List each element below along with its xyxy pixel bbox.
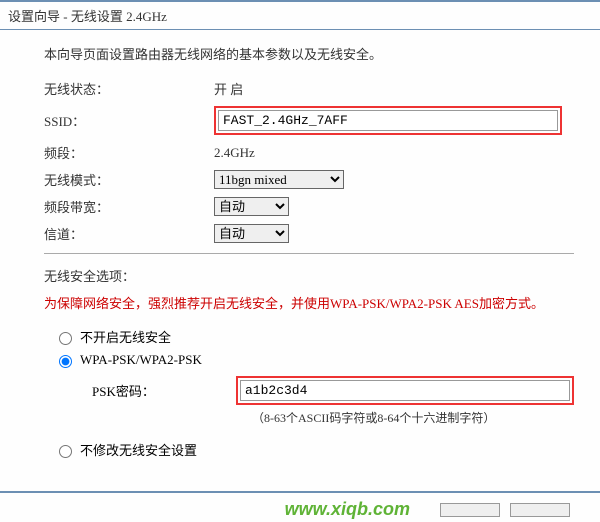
radio-keep-label: 不修改无线安全设置 — [80, 440, 197, 459]
row-bandwidth: 频段带宽： 自动 — [44, 197, 574, 216]
psk-hint: （8-63个ASCII码字符或8-64个十六进制字符） — [252, 409, 574, 426]
divider — [44, 253, 574, 254]
content-area: 本向导页面设置路由器无线网络的基本参数以及无线安全。 无线状态： 开 启 SSI… — [0, 30, 600, 481]
radio-wpa[interactable] — [59, 355, 72, 368]
prev-button[interactable] — [440, 503, 500, 517]
row-status: 无线状态： 开 启 — [44, 79, 574, 98]
wizard-panel: 设置向导 - 无线设置 2.4GHz 本向导页面设置路由器无线网络的基本参数以及… — [0, 0, 600, 522]
row-band: 频段： 2.4GHz — [44, 143, 574, 162]
radio-keep[interactable] — [59, 445, 72, 458]
mode-label: 无线模式： — [44, 170, 214, 189]
security-warning: 为保障网络安全，强烈推荐开启无线安全，并使用WPA-PSK/WPA2-PSK A… — [44, 293, 574, 315]
bandwidth-label: 频段带宽： — [44, 197, 214, 216]
security-heading: 无线安全选项： — [44, 266, 574, 285]
band-value: 2.4GHz — [214, 145, 574, 161]
ssid-label: SSID： — [44, 111, 214, 130]
radio-none[interactable] — [59, 332, 72, 345]
radio-row-wpa[interactable]: WPA-PSK/WPA2-PSK — [54, 352, 574, 368]
psk-label: PSK密码： — [92, 381, 236, 400]
radio-wpa-label: WPA-PSK/WPA2-PSK — [80, 352, 202, 368]
row-channel: 信道： 自动 — [44, 224, 574, 243]
status-label: 无线状态： — [44, 79, 214, 98]
psk-highlight — [236, 376, 574, 405]
psk-input[interactable] — [240, 380, 570, 401]
ssid-highlight — [214, 106, 562, 135]
band-label: 频段： — [44, 143, 214, 162]
status-value: 开 启 — [214, 79, 574, 98]
channel-label: 信道： — [44, 224, 214, 243]
ssid-input[interactable] — [218, 110, 558, 131]
next-button[interactable] — [510, 503, 570, 517]
row-psk: PSK密码： — [92, 376, 574, 405]
row-ssid: SSID： — [44, 106, 574, 135]
mode-select[interactable]: 11bgn mixed — [214, 170, 344, 189]
channel-select[interactable]: 自动 — [214, 224, 289, 243]
footer: www.xiqb.com — [0, 493, 600, 522]
radio-row-none[interactable]: 不开启无线安全 — [54, 327, 574, 346]
row-mode: 无线模式： 11bgn mixed — [44, 170, 574, 189]
radio-row-keep[interactable]: 不修改无线安全设置 — [54, 440, 574, 459]
page-title: 设置向导 - 无线设置 2.4GHz — [0, 2, 600, 30]
intro-text: 本向导页面设置路由器无线网络的基本参数以及无线安全。 — [44, 44, 574, 63]
bandwidth-select[interactable]: 自动 — [214, 197, 289, 216]
radio-none-label: 不开启无线安全 — [80, 327, 171, 346]
